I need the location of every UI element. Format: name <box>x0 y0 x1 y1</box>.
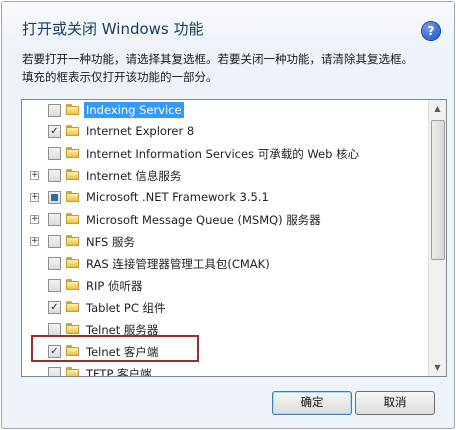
feature-checkbox[interactable] <box>48 169 61 182</box>
feature-checkbox[interactable] <box>48 235 61 248</box>
feature-row[interactable]: RIP 侦听器 <box>22 276 427 296</box>
feature-label: Microsoft Message Queue (MSMQ) 服务器 <box>86 213 321 227</box>
feature-checkbox[interactable] <box>48 279 61 292</box>
feature-label: Internet Information Services 可承载的 Web 核… <box>86 147 360 161</box>
expand-plus-icon[interactable]: + <box>30 171 39 180</box>
feature-row[interactable]: + NFS 服务 <box>22 232 427 252</box>
scroll-thumb[interactable] <box>431 120 445 260</box>
folder-icon <box>66 147 79 159</box>
folder-icon <box>66 213 79 225</box>
folder-icon <box>66 125 79 137</box>
folder-icon <box>66 279 79 291</box>
folder-icon <box>66 169 79 181</box>
folder-icon <box>66 104 79 116</box>
feature-row[interactable]: ✓ Tablet PC 组件 <box>22 298 427 318</box>
feature-row[interactable]: + Internet 信息服务 <box>22 166 427 186</box>
feature-label: Internet Explorer 8 <box>86 124 195 138</box>
folder-icon <box>66 191 79 203</box>
feature-checkbox[interactable] <box>48 104 61 117</box>
feature-checkbox[interactable] <box>48 147 61 160</box>
scroll-down-icon[interactable]: ▼ <box>429 359 446 376</box>
feature-row[interactable]: ✓ Internet Explorer 8 <box>22 122 427 142</box>
windows-features-dialog: 打开或关闭 Windows 功能 ? 若要打开一种功能，请选择其复选框。若要关闭… <box>1 1 455 429</box>
description-line: 填充的框表示仅打开该功能的一部分。 <box>22 70 218 84</box>
folder-icon <box>66 235 79 247</box>
feature-label: TFTP 客户端 <box>86 367 152 377</box>
feature-checkbox[interactable]: ✓ <box>48 125 61 138</box>
feature-label: Tablet PC 组件 <box>86 301 166 315</box>
expand-plus-icon[interactable]: + <box>30 237 39 246</box>
feature-row[interactable]: Internet Information Services 可承载的 Web 核… <box>22 144 427 164</box>
feature-row[interactable]: TFTP 客户端 <box>22 364 427 377</box>
feature-row[interactable]: + Microsoft Message Queue (MSMQ) 服务器 <box>22 210 427 230</box>
vertical-scrollbar[interactable]: ▲ ▼ <box>428 100 446 376</box>
feature-label: RAS 连接管理器管理工具包(CMAK) <box>86 257 270 271</box>
feature-row[interactable]: Indexing Service <box>22 101 427 121</box>
expand-plus-icon[interactable]: + <box>30 215 39 224</box>
feature-checkbox[interactable] <box>48 213 61 226</box>
help-icon[interactable]: ? <box>422 22 440 40</box>
feature-checkbox[interactable] <box>48 367 61 376</box>
dialog-header: 打开或关闭 Windows 功能 ? <box>2 2 454 48</box>
cancel-button[interactable]: 取消 <box>355 391 435 415</box>
feature-label: Microsoft .NET Framework 3.5.1 <box>86 190 269 204</box>
folder-icon <box>66 367 79 376</box>
folder-icon <box>66 323 79 335</box>
expand-plus-icon[interactable]: + <box>30 193 39 202</box>
dialog-description: 若要打开一种功能，请选择其复选框。若要关闭一种功能，请清除其复选框。 填充的框表… <box>22 50 427 86</box>
highlight-annotation-box <box>31 335 199 362</box>
feature-checkbox[interactable] <box>48 257 61 270</box>
feature-label: Indexing Service <box>84 102 184 118</box>
feature-label: Internet 信息服务 <box>86 169 182 183</box>
folder-icon <box>66 257 79 269</box>
feature-checkbox[interactable] <box>48 191 61 204</box>
folder-icon <box>66 301 79 313</box>
scroll-up-icon[interactable]: ▲ <box>429 100 446 117</box>
dialog-title: 打开或关闭 Windows 功能 <box>22 20 204 38</box>
description-line: 若要打开一种功能，请选择其复选框。若要关闭一种功能，请清除其复选框。 <box>22 52 413 66</box>
feature-row[interactable]: + Microsoft .NET Framework 3.5.1 <box>22 188 427 208</box>
feature-row[interactable]: RAS 连接管理器管理工具包(CMAK) <box>22 254 427 274</box>
feature-checkbox[interactable]: ✓ <box>48 301 61 314</box>
ok-button[interactable]: 确定 <box>272 391 352 415</box>
feature-label: NFS 服务 <box>86 235 135 249</box>
feature-label: RIP 侦听器 <box>86 279 143 293</box>
